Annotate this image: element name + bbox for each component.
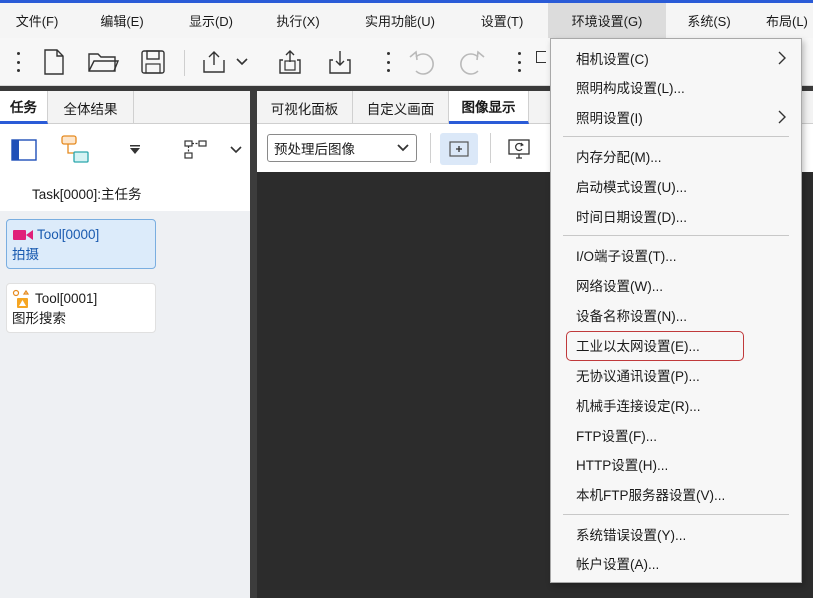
flow-view-button[interactable] [180,135,214,165]
toolbar-grip-handle[interactable] [16,52,20,72]
save-button[interactable] [136,46,170,78]
capture-refresh-button[interactable] [503,133,535,165]
redo-button[interactable] [452,46,492,78]
redo-icon [460,50,485,75]
chevron-down-icon [397,144,409,152]
menu-item-network[interactable]: 网络设置(W)... [551,271,801,299]
new-file-button[interactable] [36,46,72,78]
menu-separator [563,235,789,236]
save-icon [141,50,165,74]
menu-separator [563,514,789,515]
menu-item-io-terminal[interactable]: I/O端子设置(T)... [551,241,801,269]
tool-name: Tool[0001] [35,291,98,306]
tab-custom-screen[interactable]: 自定义画面 [353,91,449,124]
tool-description: 拍摄 [12,247,39,262]
panel-layout-icon [11,139,37,161]
menu-file[interactable]: 文件(F) [0,3,74,38]
image-source-value: 预处理后图像 [274,142,355,157]
chevron-right-icon [778,51,786,65]
tab-visual-panel[interactable]: 可视化面板 [257,91,353,124]
task-panel-toolbar [0,125,250,175]
tool-card-capture[interactable]: Tool[0000] 拍摄 [6,219,156,269]
menu-environment-settings[interactable]: 环境设置(G) [548,3,666,38]
flow-chart-icon [184,140,207,159]
export-icon [203,51,225,73]
menu-edit[interactable]: 编辑(E) [74,3,170,38]
menu-item-ftp[interactable]: FTP设置(F)... [551,421,801,449]
chevron-right-icon [778,110,786,124]
filter-button[interactable] [124,135,146,165]
open-folder-icon [88,53,119,72]
menu-item-memory-allocation[interactable]: 内存分配(M)... [551,142,801,170]
chevron-down-icon [236,58,248,66]
menu-settings[interactable]: 设置(T) [456,3,548,38]
tool-list: Tool[0000] 拍摄 Tool[0001] 图形搜索 [0,211,250,598]
open-folder-button[interactable] [84,46,122,78]
add-tool-button[interactable] [58,135,92,165]
flow-view-dropdown[interactable] [226,135,246,165]
export-dropdown-button[interactable] [234,46,250,78]
image-source-select[interactable]: 预处理后图像 [267,134,417,162]
menu-item-robot-connection[interactable]: 机械手连接设定(R)... [551,391,801,419]
tab-all-results[interactable]: 全体结果 [48,91,134,124]
toolbar-grip-handle-2[interactable] [386,52,390,72]
menu-item-date-time[interactable]: 时间日期设置(D)... [551,202,801,230]
undo-button[interactable] [402,46,442,78]
crosshair-icon [449,141,469,157]
menu-item-lighting-settings[interactable]: 照明设置(I) [551,103,801,131]
toolbar-grip-handle-3[interactable] [517,52,521,72]
task-panel: 任务 全体结果 Task[0000]:主任务 Tool[0000] 拍摄 Too… [0,91,250,598]
task-title[interactable]: Task[0000]:主任务 [32,183,142,203]
tool-name: Tool[0000] [37,227,100,242]
menu-item-local-ftp-server[interactable]: 本机FTP服务器设置(V)... [551,480,801,508]
download-button[interactable] [322,46,358,78]
menu-item-device-name[interactable]: 设备名称设置(N)... [551,301,801,329]
menu-item-label: 相机设置(C) [576,52,649,67]
partial-toolbar-button[interactable] [536,46,550,78]
toggle-panel-button[interactable] [10,135,38,165]
pattern-search-icon [12,289,30,308]
menu-item-system-error[interactable]: 系统错误设置(Y)... [551,520,801,548]
menu-separator [563,136,789,137]
pane-splitter[interactable] [250,91,257,598]
menu-item-label: 照明设置(I) [576,111,643,126]
tool-tree-icon [61,135,89,163]
environment-settings-menu: 相机设置(C) 照明构成设置(L)... 照明设置(I) 内存分配(M)... … [550,38,802,583]
chevron-down-icon [230,146,242,154]
menu-bar: 文件(F) 编辑(E) 显示(D) 执行(X) 实用功能(U) 设置(T) 环境… [0,0,813,38]
menu-item-account[interactable]: 帐户设置(A)... [551,549,801,577]
checkbox-icon [536,51,546,63]
menu-item-http[interactable]: HTTP设置(H)... [551,450,801,478]
tab-task[interactable]: 任务 [0,91,48,124]
upload-icon [279,50,301,74]
tool-description: 图形搜索 [12,311,66,326]
camera-icon [13,230,33,240]
download-icon [329,51,351,74]
crosshair-toggle-button[interactable] [440,133,478,165]
menu-layout[interactable]: 布局(L) [752,3,813,38]
menu-system[interactable]: 系统(S) [666,3,752,38]
menu-item-startup-mode[interactable]: 启动模式设置(U)... [551,172,801,200]
undo-icon [409,50,434,75]
task-panel-tabs: 任务 全体结果 [0,91,250,124]
menu-run[interactable]: 执行(X) [252,3,344,38]
tab-image-display[interactable]: 图像显示 [449,91,529,124]
filter-icon [130,145,140,154]
menu-view[interactable]: 显示(D) [170,3,252,38]
highlight-box [566,331,744,361]
menu-utilities[interactable]: 实用功能(U) [344,3,456,38]
upload-button[interactable] [272,46,308,78]
tool-card-pattern-search[interactable]: Tool[0001] 图形搜索 [6,283,156,333]
menu-item-lighting-config[interactable]: 照明构成设置(L)... [551,73,801,101]
menu-item-camera-settings[interactable]: 相机设置(C) [551,44,801,72]
monitor-refresh-icon [508,139,530,159]
new-file-icon [44,49,64,75]
menu-item-non-protocol-comm[interactable]: 无协议通讯设置(P)... [551,361,801,389]
export-button[interactable] [196,46,232,78]
